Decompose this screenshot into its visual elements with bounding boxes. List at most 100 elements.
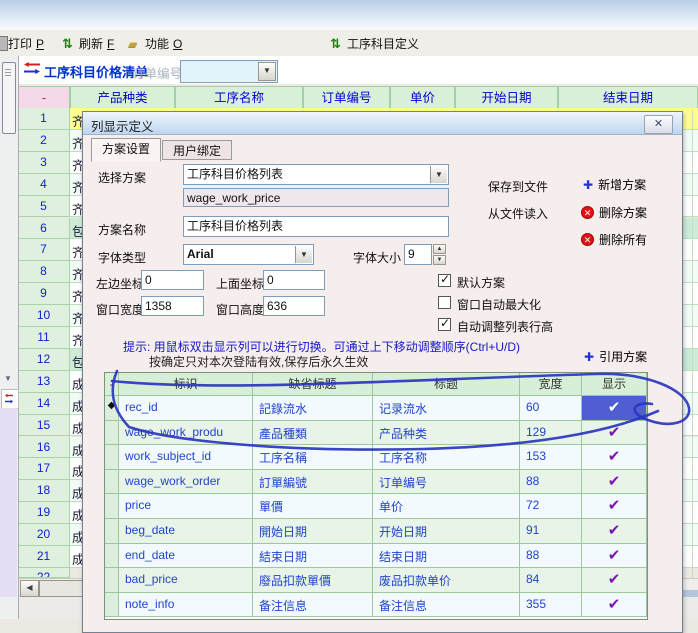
- row-number[interactable]: 14: [18, 393, 70, 415]
- cell-title[interactable]: 单价: [373, 494, 520, 519]
- printer-icon[interactable]: [0, 36, 8, 51]
- row-number[interactable]: 4: [18, 174, 70, 196]
- toolbar-item-F[interactable]: 刷新F: [62, 35, 114, 52]
- chevron-down-icon[interactable]: ▼: [430, 166, 447, 183]
- spinner-down-icon[interactable]: ▼: [433, 255, 446, 265]
- row-number[interactable]: 2: [18, 130, 70, 152]
- chevron-down-icon[interactable]: ▼: [258, 62, 276, 81]
- row-number[interactable]: 5: [18, 196, 70, 218]
- shown-check-icon[interactable]: ✔: [582, 519, 647, 544]
- button-删除方案[interactable]: ✕删除方案: [581, 204, 647, 221]
- scrollbar-thumb[interactable]: [39, 580, 85, 597]
- shown-check-icon[interactable]: ✔: [582, 593, 647, 618]
- row-number[interactable]: 11: [18, 327, 70, 349]
- cell-width[interactable]: 84: [520, 568, 582, 593]
- row-marker[interactable]: [105, 421, 119, 446]
- scroll-left-arrow-icon[interactable]: ◀: [20, 580, 39, 597]
- toolbar-item-P[interactable]: 打印P: [8, 35, 44, 52]
- cell-identifier[interactable]: beg_date: [119, 519, 253, 544]
- config-column-header[interactable]: 标识: [119, 373, 253, 396]
- row-marker[interactable]: ◆: [105, 396, 119, 421]
- cell-title[interactable]: 备注信息: [373, 593, 520, 618]
- row-number[interactable]: 10: [18, 305, 70, 327]
- cell-title[interactable]: 工序名称: [373, 445, 520, 470]
- cell-width[interactable]: 355: [520, 593, 582, 618]
- row-marker[interactable]: [105, 519, 119, 544]
- save-to-file-link[interactable]: 保存到文件: [488, 178, 548, 195]
- cell-title[interactable]: 订单编号: [373, 470, 520, 495]
- select-plan-dropdown[interactable]: 工序科目价格列表 ▼: [183, 164, 449, 185]
- row-marker[interactable]: [105, 593, 119, 618]
- config-column-header[interactable]: 显示: [582, 373, 647, 396]
- shown-check-icon[interactable]: ✔: [582, 568, 647, 593]
- rail-transfer-icon[interactable]: [1, 389, 19, 409]
- cell-width[interactable]: 91: [520, 519, 582, 544]
- row-number[interactable]: 9: [18, 283, 70, 305]
- cell-default-title[interactable]: 單價: [253, 494, 373, 519]
- font-type-dropdown[interactable]: Arial ▼: [183, 244, 314, 265]
- window-height-input[interactable]: 636: [263, 296, 325, 316]
- row-number[interactable]: 12: [18, 349, 70, 371]
- cell-default-title[interactable]: 訂單編號: [253, 470, 373, 495]
- cell-identifier[interactable]: end_date: [119, 544, 253, 569]
- cell-width[interactable]: 88: [520, 544, 582, 569]
- cell-title[interactable]: 产品种类: [373, 421, 520, 446]
- cell-default-title[interactable]: 备注信息: [253, 593, 373, 618]
- cell-default-title[interactable]: 結束日期: [253, 544, 373, 569]
- config-column-header[interactable]: -: [105, 373, 119, 396]
- close-icon[interactable]: ✕: [644, 115, 673, 134]
- cell-identifier[interactable]: price: [119, 494, 253, 519]
- cell-default-title[interactable]: 記錄流水: [253, 396, 373, 421]
- config-column-header[interactable]: 宽度: [520, 373, 582, 396]
- splitter-handle[interactable]: [2, 62, 16, 134]
- tab-plan-settings[interactable]: 方案设置: [91, 138, 161, 162]
- shown-check-icon[interactable]: ✔: [582, 421, 647, 446]
- row-number[interactable]: 7: [18, 239, 70, 261]
- row-number[interactable]: 17: [18, 458, 70, 480]
- cell-identifier[interactable]: rec_id: [119, 396, 253, 421]
- row-number[interactable]: 18: [18, 480, 70, 502]
- cell-identifier[interactable]: bad_price: [119, 568, 253, 593]
- toolbar-item-O[interactable]: 功能O: [128, 35, 182, 52]
- tab-user-binding[interactable]: 用户绑定: [162, 140, 232, 160]
- row-number[interactable]: 6: [18, 218, 70, 240]
- row-marker[interactable]: [105, 568, 119, 593]
- cell-width[interactable]: 88: [520, 470, 582, 495]
- main-column-header[interactable]: 结束日期: [558, 86, 698, 110]
- row-marker[interactable]: [105, 494, 119, 519]
- row-number[interactable]: 3: [18, 152, 70, 174]
- cell-identifier[interactable]: wage_work_produ: [119, 421, 253, 446]
- shown-check-icon[interactable]: ✔: [582, 470, 647, 495]
- main-column-header[interactable]: 订单编号: [303, 86, 390, 110]
- window-width-input[interactable]: 1358: [141, 296, 204, 316]
- cell-width[interactable]: 129: [520, 421, 582, 446]
- toolbar-item-define[interactable]: 工序科目定义: [330, 35, 419, 52]
- shown-check-icon[interactable]: ✔: [582, 396, 647, 421]
- shown-check-icon[interactable]: ✔: [582, 494, 647, 519]
- dialog-title-bar[interactable]: 列显示定义 ✕: [83, 112, 682, 135]
- cell-title[interactable]: 开始日期: [373, 519, 520, 544]
- button-引用方案[interactable]: ✚引用方案: [584, 348, 647, 365]
- cell-width[interactable]: 153: [520, 445, 582, 470]
- main-column-header[interactable]: 单价: [390, 86, 455, 110]
- cell-identifier[interactable]: wage_work_order: [119, 470, 253, 495]
- main-column-header[interactable]: 工序名称: [175, 86, 303, 110]
- main-column-header[interactable]: 开始日期: [455, 86, 558, 110]
- cell-default-title[interactable]: 廢品扣款單價: [253, 568, 373, 593]
- row-number[interactable]: 8: [18, 261, 70, 283]
- row-marker[interactable]: [105, 470, 119, 495]
- row-number[interactable]: 21: [18, 546, 70, 568]
- shown-check-icon[interactable]: ✔: [582, 544, 647, 569]
- top-coord-input[interactable]: 0: [263, 270, 325, 290]
- font-size-input[interactable]: 9: [404, 244, 432, 265]
- cell-default-title[interactable]: 開始日期: [253, 519, 373, 544]
- cell-title[interactable]: 废品扣款单价: [373, 568, 520, 593]
- cell-identifier[interactable]: work_subject_id: [119, 445, 253, 470]
- cell-width[interactable]: 72: [520, 494, 582, 519]
- cell-default-title[interactable]: 產品種類: [253, 421, 373, 446]
- row-marker[interactable]: [105, 544, 119, 569]
- checkbox-1[interactable]: [438, 296, 451, 309]
- button-删除所有[interactable]: ✕删除所有: [581, 231, 647, 248]
- config-column-header[interactable]: 缺省标题: [253, 373, 373, 396]
- row-number[interactable]: 19: [18, 502, 70, 524]
